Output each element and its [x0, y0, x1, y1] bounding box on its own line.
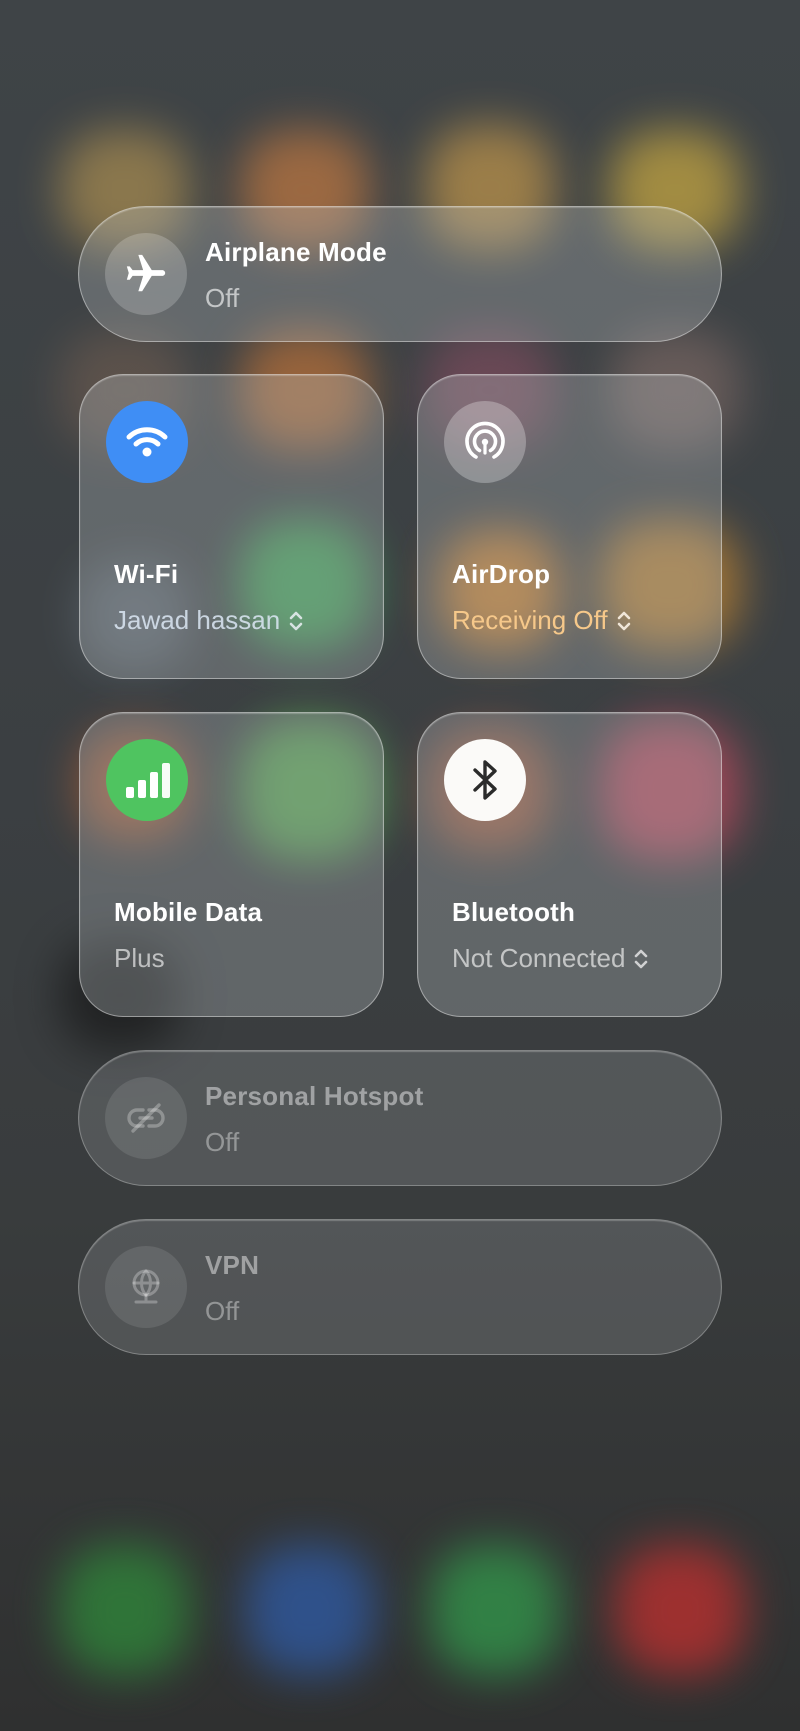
mobile-data-carrier: Plus — [114, 943, 165, 973]
mobile-data-title: Mobile Data — [114, 897, 263, 927]
vpn-toggle[interactable]: VPN Off — [78, 1219, 722, 1355]
hotspot-link-icon — [105, 1077, 187, 1159]
personal-hotspot-title: Personal Hotspot — [205, 1081, 424, 1111]
personal-hotspot-toggle[interactable]: Personal Hotspot Off — [78, 1050, 722, 1186]
airdrop-title: AirDrop — [452, 559, 551, 589]
airdrop-status-text: Receiving Off — [452, 605, 608, 635]
cellular-signal-icon — [106, 739, 188, 821]
bluetooth-tile[interactable]: Bluetooth Not Connected — [417, 712, 722, 1017]
airplane-icon — [105, 233, 187, 315]
vpn-status: Off — [205, 1296, 240, 1326]
chevron-up-down-icon — [617, 611, 630, 630]
chevron-up-down-icon — [635, 949, 648, 968]
airdrop-icon — [444, 401, 526, 483]
bluetooth-icon — [444, 739, 526, 821]
airplane-mode-toggle[interactable]: Airplane Mode Off — [78, 206, 722, 342]
wifi-title: Wi-Fi — [114, 559, 179, 589]
airdrop-status: Receiving Off — [452, 605, 632, 636]
airdrop-tile[interactable]: AirDrop Receiving Off — [417, 374, 722, 679]
airplane-mode-status: Off — [205, 283, 240, 313]
bluetooth-status-text: Not Connected — [452, 943, 626, 973]
vpn-globe-icon — [105, 1246, 187, 1328]
wifi-icon — [106, 401, 188, 483]
wifi-network-name: Jawad hassan — [114, 605, 281, 635]
wifi-tile[interactable]: Wi-Fi Jawad hassan — [79, 374, 384, 679]
personal-hotspot-status: Off — [205, 1127, 240, 1157]
airplane-mode-title: Airplane Mode — [205, 237, 387, 267]
bluetooth-title: Bluetooth — [452, 897, 576, 927]
vpn-title: VPN — [205, 1250, 260, 1280]
chevron-up-down-icon — [289, 611, 303, 630]
bluetooth-status: Not Connected — [452, 943, 649, 974]
mobile-data-tile[interactable]: Mobile Data Plus — [79, 712, 384, 1017]
wifi-network: Jawad hassan — [114, 605, 304, 636]
